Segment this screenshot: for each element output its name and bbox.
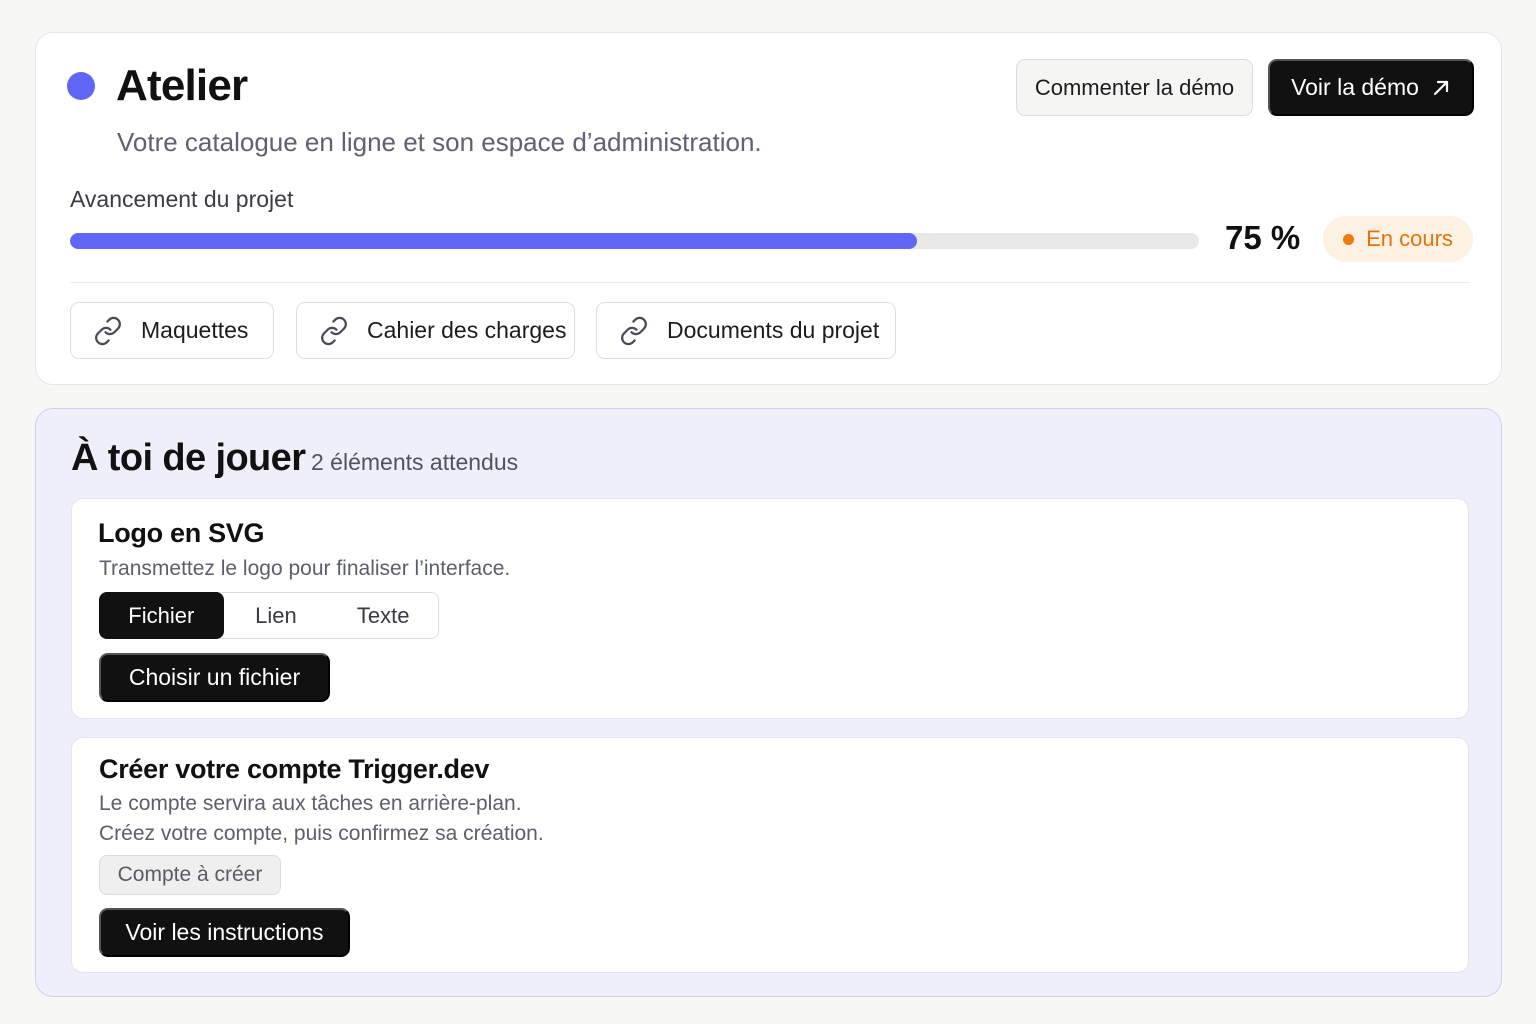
task-trigger-title: Créer votre compte Trigger.dev [99,754,490,784]
project-card: Atelier Votre catalogue en ligne et son … [35,32,1502,385]
task-card-trigger: Créer votre compte Trigger.dev Le compte… [71,737,1469,973]
status-badge: En cours [1323,216,1473,262]
view-instructions-label: Voir les instructions [125,919,324,945]
status-dot-icon [1343,233,1355,245]
progress-label: Avancement du projet [70,186,294,212]
task-logo-description: Transmettez le logo pour finaliser l’int… [99,557,511,580]
tasks-panel: À toi de jouer 2 éléments attendus Logo … [35,408,1502,997]
task-trigger-description-1: Le compte servira aux tâches en arrière-… [99,792,522,815]
comment-demo-label: Commenter la démo [1034,74,1235,100]
progress-value: 75 % [1225,219,1301,256]
link-icon [95,316,121,345]
link-maquettes[interactable]: Maquettes [70,302,274,359]
progress-bar-fill [70,233,917,249]
input-type-tabs: Fichier Lien Texte [99,592,439,639]
project-dot-icon [67,72,95,100]
project-title: Atelier [116,61,248,110]
link-maquettes-label: Maquettes [141,317,249,343]
project-subtitle: Votre catalogue en ligne et son espace d… [117,127,762,157]
tab-texte[interactable]: Texte [328,593,438,638]
link-cahier-label: Cahier des charges [367,317,567,343]
link-documents-label: Documents du projet [667,317,880,343]
choose-file-label: Choisir un fichier [128,664,301,690]
task-trigger-description-2: Créez votre compte, puis confirmez sa cr… [99,822,544,845]
link-documents-du-projet[interactable]: Documents du projet [596,302,896,359]
task-card-logo: Logo en SVG Transmettez le logo pour fin… [71,498,1469,719]
progress-bar [70,233,1199,249]
arrow-up-right-icon [1433,80,1449,95]
comment-demo-button[interactable]: Commenter la démo [1016,59,1253,116]
tab-lien[interactable]: Lien [224,593,329,638]
link-icon [621,316,647,345]
status-badge-label: En cours [1366,226,1453,251]
choose-file-button[interactable]: Choisir un fichier [99,653,330,702]
divider [70,282,1470,283]
task-logo-title: Logo en SVG [98,518,265,548]
tasks-title: À toi de jouer [71,437,306,479]
view-demo-button[interactable]: Voir la démo [1268,59,1474,116]
view-instructions-button[interactable]: Voir les instructions [99,908,350,957]
tasks-count: 2 éléments attendus [311,449,519,475]
tab-fichier[interactable]: Fichier [99,592,224,639]
account-status-badge: Compte à créer [99,855,281,895]
link-icon [321,316,347,345]
link-cahier-des-charges[interactable]: Cahier des charges [296,302,575,359]
view-demo-label: Voir la démo [1291,74,1419,100]
